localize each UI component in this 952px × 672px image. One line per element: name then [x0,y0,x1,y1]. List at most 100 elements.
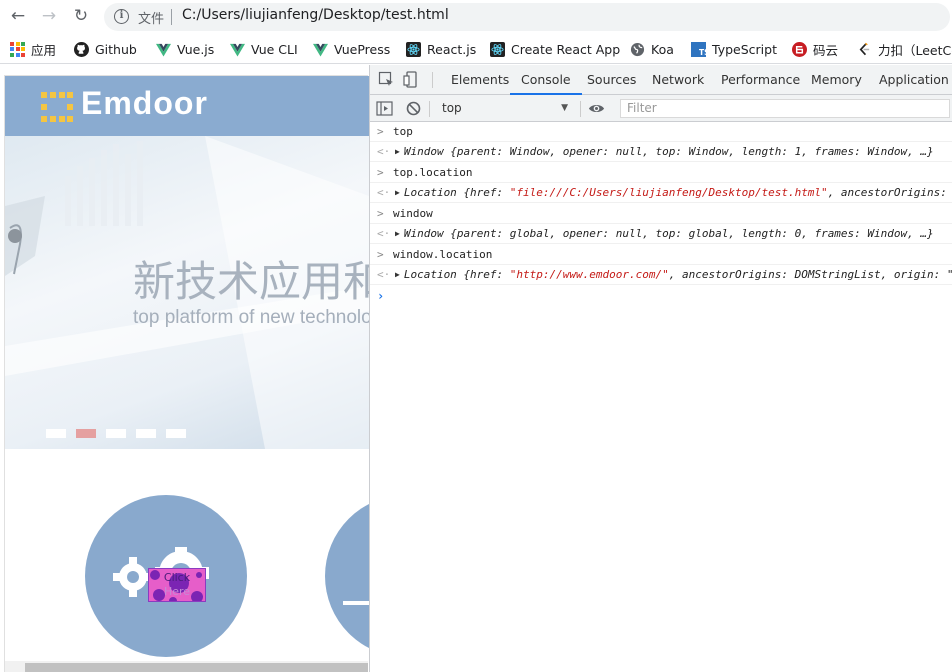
input-chevron-icon: > [377,125,384,138]
bookmark-gitee[interactable]: 码云 [792,40,838,58]
toolbar-divider [432,72,433,88]
bookmark-reactjs[interactable]: React.js [406,40,476,58]
filter-placeholder: Filter [627,101,657,115]
tab-network[interactable]: Network [652,65,704,95]
expand-triangle-icon[interactable]: ▶ [395,142,400,161]
click-label: Click [163,571,191,584]
console-output-row[interactable]: <· ▶ Location {href: "file:///C:/Users/li… [370,183,952,203]
page-viewport: Emdoor 新技术应用和产 top platform of new techn… [0,65,369,672]
toolbar-divider [580,101,581,117]
object-type: Location [403,268,457,281]
bookmark-label: Github [95,41,137,57]
object-preview-prefix: {href: [463,268,510,281]
bookmark-label: 力扣（LeetCo [878,42,952,58]
vue-icon [156,43,171,57]
bookmark-create-react-app[interactable]: Create React App [490,40,620,58]
console-output-row[interactable]: <· ▶ Window {parent: Window, opener: null… [370,142,952,162]
reload-icon[interactable]: ↻ [68,4,94,28]
info-icon[interactable]: i [114,9,129,24]
carousel-dot-active[interactable] [76,429,96,438]
bookmark-typescript[interactable]: TS TypeScript [691,40,777,58]
inspect-element-icon[interactable] [378,71,395,88]
console-input-row: > window.location [370,245,952,265]
console-output-row[interactable]: <· ▶ Location {href: "http://www.emdoor.c… [370,265,952,285]
console-input-text: top [393,125,413,138]
browser-window: ← → ↻ i 文件 C:/Users/liujianfeng/Desktop/… [0,0,952,672]
bookmark-label: 码云 [813,42,839,58]
object-type: Window [403,227,444,240]
expand-triangle-icon[interactable]: ▶ [395,224,400,243]
console-output-text[interactable]: ▶ Location {href: "http://www.emdoor.com/… [395,265,952,284]
tab-console[interactable]: Console [510,65,582,95]
tab-memory[interactable]: Memory [811,65,862,95]
expand-triangle-icon[interactable]: ▶ [395,265,400,284]
bookmark-vuepress[interactable]: VuePress [313,40,390,58]
url-text[interactable]: C:/Users/liujianfeng/Desktop/test.html [182,7,449,23]
tab-elements[interactable]: Elements [451,65,509,95]
console-output-text[interactable]: ▶ Window {parent: Window, opener: null, t… [395,142,934,161]
console-prompt-icon: › [377,289,385,303]
console-output-text[interactable]: ▶ Window {parent: global, opener: null, t… [395,224,934,243]
toolbar-divider [429,101,430,117]
bookmark-vue-cli[interactable]: Vue CLI [230,40,298,58]
back-arrow-icon[interactable]: ← [5,4,31,28]
service-icon-partial [343,601,369,605]
file-label: 文件 [138,12,165,27]
click-here-button[interactable]: Click Here [148,568,206,602]
device-toolbar-icon[interactable] [403,71,420,88]
bookmark-koa[interactable]: Koa [630,40,674,58]
console-input-text: window.location [393,248,493,261]
output-chevron-icon: <· [377,227,391,240]
github-icon [74,41,89,57]
services-section [5,449,369,672]
object-preview: {parent: global, opener: null, top: glob… [450,227,934,240]
object-type: Window [403,145,444,158]
output-chevron-icon: <· [377,145,391,158]
output-chevron-icon: <· [377,186,391,199]
live-expression-eye-icon[interactable] [588,100,605,117]
dropdown-arrow-icon: ▼ [561,103,568,113]
console-toolbar: top ▼ Filter [370,95,952,122]
emdoor-logo-icon [41,92,73,122]
sidebar-toggle-icon[interactable] [376,100,393,117]
expand-triangle-icon[interactable]: ▶ [395,183,400,202]
bookmark-github[interactable]: Github [74,40,137,58]
context-value: top [442,101,462,115]
tab-performance[interactable]: Performance [721,65,800,95]
bookmark-label: Create React App [511,41,621,57]
carousel-dot[interactable] [106,429,126,438]
bookmark-label: TypeScript [712,41,777,57]
service-circle[interactable] [325,495,369,657]
console-prompt-row[interactable]: › [370,286,952,306]
tab-sources[interactable]: Sources [587,65,636,95]
context-selector[interactable]: top ▼ [434,99,574,118]
address-bar[interactable]: i 文件 C:/Users/liujianfeng/Desktop/test.h… [104,3,950,31]
horizontal-scrollbar[interactable] [5,661,368,672]
href-string: "http://www.emdoor.com/" [509,268,669,281]
console-output-text[interactable]: ▶ Location {href: "file:///C:/Users/liuji… [395,183,947,202]
console-output: > top <· ▶ Window {parent: Window, opener… [370,122,952,672]
carousel-dot[interactable] [166,429,186,438]
input-chevron-icon: > [377,207,384,220]
filter-input[interactable]: Filter [620,99,950,118]
bookmark-label: 应用 [31,42,57,58]
devtools-panel: Elements Console Sources Network Perform… [369,65,952,672]
omnibox-divider [171,9,172,25]
carousel-dot[interactable] [46,429,66,438]
forward-arrow-icon[interactable]: → [36,4,62,28]
bookmark-label: VuePress [334,41,391,57]
carousel-dot[interactable] [136,429,156,438]
tab-application[interactable]: Application [879,65,949,95]
bookmark-leetcode[interactable]: 力扣（LeetCo [857,40,952,58]
scrollbar-thumb[interactable] [25,663,368,672]
bookmark-apps[interactable]: 应用 [10,40,56,58]
clear-console-icon[interactable] [405,100,422,117]
input-chevron-icon: > [377,166,384,179]
console-input-text: top.location [393,166,473,179]
emdoor-logo[interactable]: Emdoor [81,85,208,122]
svg-text:TS: TS [699,48,706,57]
bookmark-label: Vue CLI [251,41,298,57]
console-output-row[interactable]: <· ▶ Window {parent: global, opener: null… [370,224,952,244]
bookmark-label: Koa [651,41,674,57]
bookmark-vuejs[interactable]: Vue.js [156,40,214,58]
